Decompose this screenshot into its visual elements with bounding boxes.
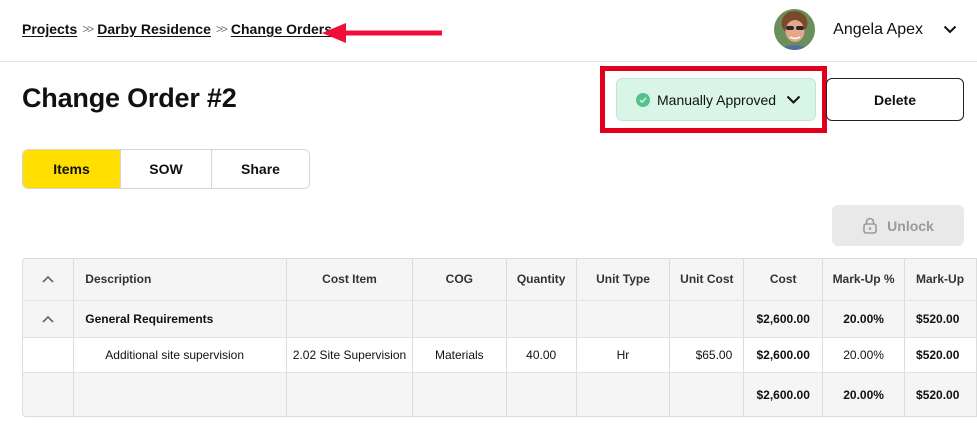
delete-button[interactable]: Delete [826, 78, 964, 121]
column-header-markup[interactable]: Mark-Up [904, 259, 977, 301]
row-description[interactable]: Additional site supervision [73, 337, 288, 373]
group-collapse-toggle[interactable] [23, 300, 75, 338]
total-cell-empty [23, 372, 75, 416]
total-cell-empty [73, 372, 288, 416]
column-header-quantity[interactable]: Quantity [506, 259, 577, 301]
group-cell-empty [412, 300, 507, 338]
row-cog[interactable]: Materials [412, 337, 507, 373]
group-cell-empty [669, 300, 745, 338]
row-cost: $2,600.00 [743, 337, 824, 373]
group-markup: $520.00 [904, 300, 977, 338]
column-header-unit-type[interactable]: Unit Type [576, 259, 671, 301]
row-cell-empty [23, 337, 75, 373]
group-cell-empty [286, 300, 413, 338]
status-label: Manually Approved [657, 91, 777, 108]
row-quantity[interactable]: 40.00 [506, 337, 577, 373]
group-row: General Requirements $2,600.00 20.00% $5… [23, 300, 977, 338]
column-header-cog[interactable]: COG [412, 259, 507, 301]
group-cell-empty [576, 300, 671, 338]
column-header-markup-pct[interactable]: Mark-Up % [822, 259, 906, 301]
table-header-row: Description Cost Item COG Quantity Unit … [23, 259, 977, 301]
chevron-up-icon [42, 276, 54, 283]
status-dropdown[interactable]: Manually Approved [616, 78, 816, 121]
tab-sow[interactable]: SOW [121, 150, 212, 188]
column-header-cost-item[interactable]: Cost Item [286, 259, 413, 301]
row-markup: $520.00 [904, 337, 977, 373]
group-name: General Requirements [73, 300, 288, 338]
group-markup-pct: 20.00% [822, 300, 906, 338]
total-cell-empty [506, 372, 577, 416]
chevron-down-icon [943, 25, 957, 34]
breadcrumb-separator: >> [215, 22, 228, 36]
breadcrumb-separator: >> [82, 22, 94, 36]
page-title: Change Order #2 [22, 83, 237, 113]
top-bar: Projects >> Darby Residence >> Change Or… [0, 0, 977, 62]
annotation-arrow-icon [322, 23, 442, 43]
total-markup: $520.00 [904, 372, 977, 416]
tab-share[interactable]: Share [212, 150, 309, 188]
total-cell-empty [286, 372, 413, 416]
total-cell-empty [669, 372, 745, 416]
total-cell-empty [576, 372, 671, 416]
lock-icon [863, 217, 877, 234]
unlock-button[interactable]: Unlock [832, 205, 964, 246]
breadcrumb-darby-residence[interactable]: Darby Residence [97, 21, 211, 37]
check-circle-icon [636, 92, 650, 107]
totals-row: $2,600.00 20.00% $520.00 [23, 372, 977, 416]
group-cost: $2,600.00 [743, 300, 824, 338]
user-menu[interactable]: Angela Apex [774, 9, 957, 50]
table-row[interactable]: Additional site supervision 2.02 Site Su… [23, 337, 977, 373]
total-cost: $2,600.00 [743, 372, 824, 416]
row-unit-cost[interactable]: $65.00 [669, 337, 745, 373]
row-unit-type[interactable]: Hr [576, 337, 671, 373]
items-table: Description Cost Item COG Quantity Unit … [22, 258, 977, 417]
column-header-description[interactable]: Description [73, 259, 288, 301]
column-header-unit-cost[interactable]: Unit Cost [669, 259, 745, 301]
collapse-all-toggle[interactable] [23, 259, 75, 301]
row-cost-item[interactable]: 2.02 Site Supervision [286, 337, 413, 373]
unlock-label: Unlock [887, 217, 934, 234]
total-cell-empty [412, 372, 507, 416]
total-markup-pct: 20.00% [822, 372, 906, 416]
column-header-cost[interactable]: Cost [743, 259, 824, 301]
breadcrumb-change-orders[interactable]: Change Orders [231, 21, 332, 37]
group-cell-empty [506, 300, 577, 338]
tab-bar: Items SOW Share [22, 149, 310, 189]
breadcrumb: Projects >> Darby Residence >> Change Or… [22, 21, 332, 37]
avatar [774, 9, 816, 50]
row-markup-pct[interactable]: 20.00% [822, 337, 906, 373]
chevron-up-icon [42, 315, 54, 323]
tab-items[interactable]: Items [23, 150, 121, 188]
user-name: Angela Apex [833, 20, 923, 38]
chevron-down-icon [786, 95, 801, 104]
breadcrumb-projects[interactable]: Projects [22, 21, 77, 37]
